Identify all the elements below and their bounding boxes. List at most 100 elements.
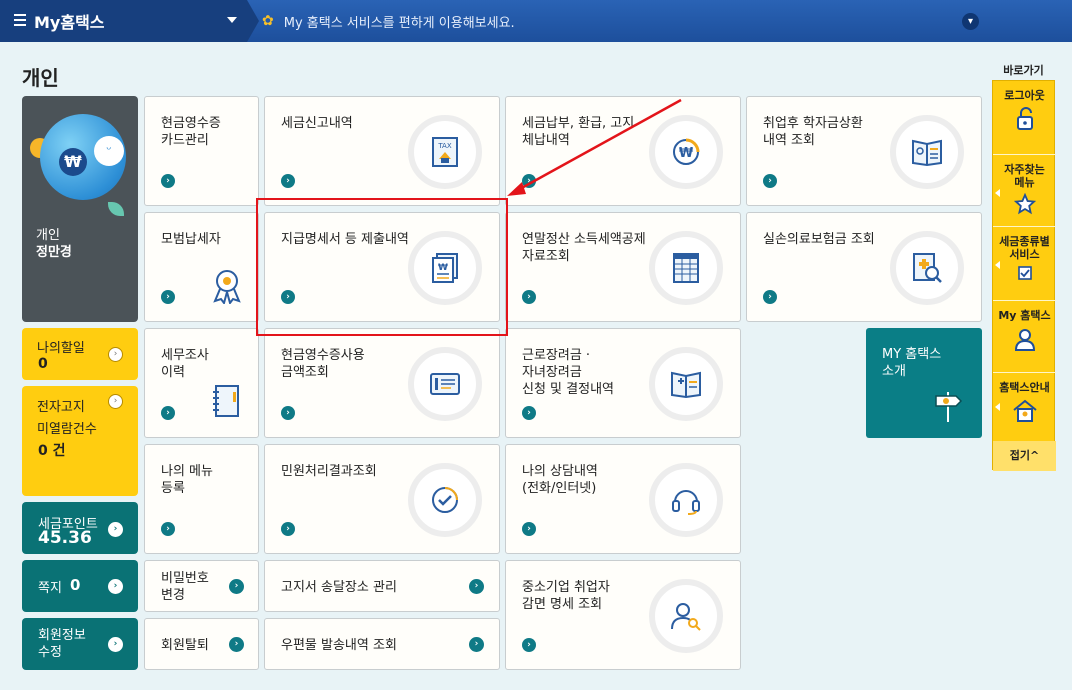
tax-document-icon: TAX — [432, 137, 458, 167]
todo-count: 0 — [38, 356, 48, 372]
card-consultation-history[interactable]: 나의 상담내역 (전화/인터넷) › — [505, 444, 741, 554]
quick-label: 로그아웃 — [1004, 89, 1045, 102]
card-label: 실손의료보험금 조회 — [763, 232, 875, 247]
quick-fold-button[interactable]: 접기^ — [993, 441, 1056, 471]
card-label: 고지서 송달장소 관리 — [281, 580, 397, 595]
smile-bubble-icon: ᵕ — [94, 136, 124, 166]
card-model-taxpayer[interactable]: 모범납세자 › — [144, 212, 259, 322]
my-hometax-intro-label: MY 홈택스 소개 — [882, 347, 942, 379]
profile-card: ₩ ᵕ 개인 정만경 — [22, 96, 138, 322]
card-label: 세금납부, 환급, 고지 체납내역 — [522, 116, 635, 148]
open-book-icon — [671, 371, 701, 398]
ebill-unread-label: 미열람건수 — [37, 422, 97, 437]
card-tax-return-history[interactable]: 세금신고내역 › TAX — [264, 96, 500, 206]
member-info-box[interactable]: 회원정보 수정 › — [22, 618, 138, 670]
card-label: 현금영수증 카드관리 — [161, 116, 221, 148]
notes-count: 0 — [70, 576, 81, 594]
svg-text:₩: ₩ — [679, 146, 694, 161]
card-cash-receipt-usage[interactable]: 현금영수증사용 금액조회 › — [264, 328, 500, 438]
tri-left-icon — [995, 189, 1000, 197]
card-student-loan[interactable]: 취업후 학자금상환 내역 조회 › — [746, 96, 982, 206]
quick-label: My 홈택스 — [998, 309, 1051, 322]
go-arrow-icon: › — [522, 522, 536, 536]
go-arrow-icon: › — [281, 174, 295, 188]
tax-points-value: 45.36 — [38, 528, 92, 548]
notes-box[interactable]: 쪽지 0 › — [22, 560, 138, 612]
my-hometax-menu[interactable]: My홈택스 — [0, 0, 247, 42]
highlight-box — [256, 198, 508, 336]
page-title: 개인 — [22, 66, 59, 90]
ebill-label: 전자고지 — [37, 400, 85, 415]
icon-circle: TAX — [408, 115, 482, 189]
quick-label: 자주찾는 메뉴 — [1004, 163, 1045, 189]
card-label: 세무조사 이력 — [161, 348, 209, 380]
spreadsheet-icon — [673, 253, 699, 283]
card-sme-employee-reduction[interactable]: 중소기업 취업자 감면 명세 조회 › — [505, 560, 741, 670]
tax-points-box[interactable]: 세금포인트 45.36 › — [22, 502, 138, 554]
notebook-icon — [213, 385, 239, 417]
check-circle-icon — [432, 487, 458, 513]
quick-links-title: 바로가기 — [1003, 64, 1044, 77]
card-cash-receipt-card[interactable]: 현금영수증 카드관리 › — [144, 96, 259, 206]
member-info-label: 회원정보 수정 — [38, 628, 86, 660]
todo-label: 나의할일 — [37, 341, 85, 356]
unlock-icon — [1016, 107, 1033, 130]
card-label: 현금영수증사용 금액조회 — [281, 348, 365, 380]
signpost-icon — [935, 392, 963, 422]
dropdown-arrow-icon — [227, 17, 237, 23]
card-withdraw-membership[interactable]: 회원탈퇴 › — [144, 618, 259, 670]
flower-icon: ✿ — [262, 13, 274, 29]
won-icon: ₩ — [59, 148, 87, 176]
icon-circle — [649, 463, 723, 537]
quick-logout[interactable]: 로그아웃 — [993, 81, 1056, 155]
card-label: 근로장려금 · 자녀장려금 신청 및 결정내역 — [522, 348, 614, 397]
card-label: 우편물 발송내역 조회 — [281, 638, 397, 653]
quick-tax-service[interactable]: 세금종류별 서비스 — [993, 227, 1056, 301]
go-arrow-icon: › — [522, 290, 536, 304]
card-tax-audit-history[interactable]: 세무조사 이력 › — [144, 328, 259, 438]
go-arrow-icon: › — [763, 174, 777, 188]
card-change-password[interactable]: 비밀번호 변경 › — [144, 560, 259, 612]
card-year-end-settlement[interactable]: 연말정산 소득세액공제 자료조회 › — [505, 212, 741, 322]
quick-faq-menu[interactable]: 자주찾는 메뉴 — [993, 155, 1056, 227]
quick-hometax-guide[interactable]: 홈택스안내 — [993, 373, 1056, 441]
notice-expand-button[interactable]: ▾ — [962, 13, 979, 30]
medal-icon — [213, 270, 241, 304]
card-mail-delivery[interactable]: 우편물 발송내역 조회 › — [264, 618, 500, 670]
ebill-box[interactable]: 전자고지 미열람건수 0 건 › — [22, 386, 138, 496]
card-petition-result[interactable]: 민원처리결과조회 › — [264, 444, 500, 554]
book-icon — [912, 139, 942, 166]
profile-name: 정만경 — [36, 245, 72, 260]
won-coin-icon: ₩ — [673, 138, 700, 165]
go-arrow-icon: › — [161, 174, 175, 188]
go-arrow-icon: › — [161, 522, 175, 536]
go-arrow-icon: › — [763, 290, 777, 304]
icon-circle — [408, 463, 482, 537]
ebill-arrow-icon: › — [108, 394, 123, 409]
svg-text:TAX: TAX — [437, 142, 452, 150]
leaf-icon — [108, 202, 124, 216]
icon-circle — [890, 115, 964, 189]
go-arrow-icon: › — [469, 579, 484, 594]
receipt-icon — [430, 373, 460, 395]
icon-circle: ₩ — [649, 115, 723, 189]
go-arrow-icon: › — [229, 579, 244, 594]
checkbox-icon — [1017, 266, 1032, 280]
card-bill-delivery[interactable]: 고지서 송달장소 관리 › — [264, 560, 500, 612]
my-hometax-intro-card[interactable]: MY 홈택스 소개 — [866, 328, 982, 438]
card-earned-income-credit[interactable]: 근로장려금 · 자녀장려금 신청 및 결정내역 › — [505, 328, 741, 438]
card-label: 나의 상담내역 (전화/인터넷) — [522, 464, 598, 496]
todo-box[interactable]: 나의할일 0 › — [22, 328, 138, 380]
card-medical-insurance[interactable]: 실손의료보험금 조회 › — [746, 212, 982, 322]
go-arrow-icon: › — [522, 406, 536, 420]
house-info-icon — [1012, 399, 1037, 422]
quick-label: 세금종류별 서비스 — [999, 235, 1050, 261]
card-label: 연말정산 소득세액공제 자료조회 — [522, 232, 646, 264]
quick-my-hometax[interactable]: My 홈택스 — [993, 301, 1056, 373]
card-my-menu[interactable]: 나의 메뉴 등록 › — [144, 444, 259, 554]
icon-circle — [890, 231, 964, 305]
medical-search-icon — [913, 253, 942, 283]
go-arrow-icon: › — [469, 637, 484, 652]
card-tax-payment[interactable]: 세금납부, 환급, 고지 체납내역 › ₩ — [505, 96, 741, 206]
todo-arrow-icon: › — [108, 347, 123, 362]
